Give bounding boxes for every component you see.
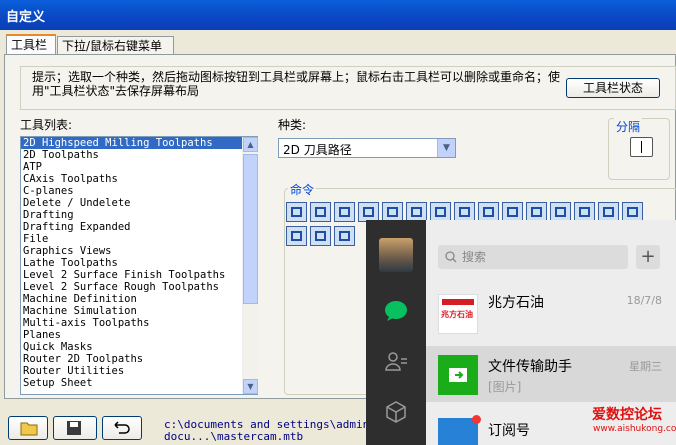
separator-button[interactable] [630, 137, 653, 157]
command-icon[interactable] [430, 202, 451, 222]
list-item[interactable]: Delete / Undelete [21, 197, 257, 209]
chat-time: 星期三 [629, 360, 662, 373]
chat-item-zhaofang[interactable]: 兆方石油 兆方石油 18/7/8 [426, 284, 676, 340]
toolbar-list-label: 工具列表: [20, 118, 73, 132]
command-icon[interactable] [454, 202, 475, 222]
open-button[interactable] [8, 416, 48, 440]
list-item[interactable]: 2D Toolpaths [21, 149, 257, 161]
search-input[interactable]: 搜索 [438, 245, 628, 269]
list-item[interactable]: Machine Definition [21, 293, 257, 305]
list-item[interactable]: ATP [21, 161, 257, 173]
command-icon[interactable] [526, 202, 547, 222]
cube-icon[interactable] [384, 400, 408, 424]
command-icon[interactable] [310, 202, 331, 222]
list-scrollbar[interactable]: ▲ ▼ [242, 137, 258, 394]
undo-icon [114, 421, 130, 434]
list-item[interactable]: Setup Sheet [21, 377, 257, 389]
command-icon[interactable] [286, 202, 307, 222]
scroll-up-icon[interactable]: ▲ [243, 137, 258, 152]
command-icon[interactable] [502, 202, 523, 222]
contacts-icon[interactable] [384, 350, 408, 372]
list-item[interactable]: Graphics Views [21, 245, 257, 257]
chat-name: 订阅号 [488, 423, 530, 439]
category-value: 2D 刀具路径 [283, 143, 352, 157]
commands-label: 命令 [288, 181, 317, 198]
list-item[interactable]: Level 2 Surface Finish Toolpaths [21, 269, 257, 281]
scroll-thumb[interactable] [243, 154, 258, 304]
separator-label: 分隔 [614, 118, 643, 135]
tab-dropdown-menu[interactable]: 下拉/鼠标右键菜单 [57, 36, 174, 54]
chat-item-file-transfer[interactable]: 文件传输助手 星期三 [图片] [426, 346, 676, 402]
category-select[interactable]: 2D 刀具路径 ▼ [278, 138, 456, 158]
command-icon[interactable] [478, 202, 499, 222]
unread-dot [472, 415, 481, 424]
list-item[interactable]: Lathe Toolpaths [21, 257, 257, 269]
list-item[interactable]: Planes [21, 329, 257, 341]
command-icon[interactable] [382, 202, 403, 222]
window-title: 自定义 [6, 10, 46, 25]
watermark-title: 爱数控论坛 [592, 407, 662, 423]
title-bar: 自定义 [0, 0, 676, 30]
reset-button[interactable] [102, 416, 142, 440]
chat-icon[interactable] [384, 300, 408, 322]
chat-name: 兆方石油 [488, 295, 544, 311]
chat-time: 18/7/8 [626, 294, 662, 307]
chat-preview: [图片] [488, 380, 522, 394]
path-line-2: docu...\mastercam.mtb [164, 430, 304, 443]
command-icon[interactable] [334, 202, 355, 222]
command-icon[interactable] [550, 202, 571, 222]
category-label: 种类: [278, 118, 307, 132]
chat-name: 文件传输助手 [488, 359, 572, 375]
command-icon[interactable] [334, 226, 355, 246]
list-item[interactable]: Machine Simulation [21, 305, 257, 317]
list-item[interactable]: Quick Masks [21, 341, 257, 353]
command-icon[interactable] [286, 226, 307, 246]
chevron-down-icon[interactable]: ▼ [437, 139, 455, 157]
list-item[interactable]: Router Utilities [21, 365, 257, 377]
list-item[interactable]: C-planes [21, 185, 257, 197]
toolbar-file-path: c:\documents and settings\administ docu.… [164, 419, 389, 443]
wechat-sidebar [366, 220, 426, 445]
avatar[interactable] [379, 238, 413, 272]
company-logo: 兆方石油 [438, 294, 478, 334]
add-button[interactable]: + [636, 245, 660, 269]
logo-text: 兆方石油 [441, 310, 473, 319]
list-item[interactable]: CAxis Toolpaths [21, 173, 257, 185]
list-item[interactable]: Multi-axis Toolpaths [21, 317, 257, 329]
command-icon[interactable] [358, 202, 379, 222]
list-item[interactable]: Level 2 Surface Rough Toolpaths [21, 281, 257, 293]
toolbar-list[interactable]: 2D Highspeed Milling Toolpaths 2D Toolpat… [20, 136, 258, 395]
search-placeholder: 搜索 [462, 250, 487, 264]
watermark-url: www.aishukong.com [593, 424, 676, 434]
list-item[interactable]: 2D Highspeed Milling Toolpaths [21, 137, 257, 150]
command-icon[interactable] [310, 226, 331, 246]
command-icon[interactable] [598, 202, 619, 222]
command-icon[interactable] [574, 202, 595, 222]
list-item[interactable]: Router 2D Toolpaths [21, 353, 257, 365]
tab-toolbar[interactable]: 工具栏 [6, 34, 56, 54]
file-transfer-icon [438, 355, 478, 395]
list-item[interactable]: Drafting [21, 209, 257, 221]
save-button[interactable] [53, 416, 97, 440]
search-icon [445, 251, 457, 263]
command-icon[interactable] [406, 202, 427, 222]
folder-icon [20, 422, 38, 436]
toolbar-state-button[interactable]: 工具栏状态 [566, 78, 660, 98]
command-icon[interactable] [622, 202, 643, 222]
list-item[interactable]: File [21, 233, 257, 245]
scroll-down-icon[interactable]: ▼ [243, 379, 258, 394]
list-item[interactable]: Drafting Expanded [21, 221, 257, 233]
floppy-icon [67, 421, 81, 435]
hint-text: 提示；选取一个种类，然后拖动图标按钮到工具栏或屏幕上；鼠标右击工具栏可以删除或重… [32, 70, 561, 98]
